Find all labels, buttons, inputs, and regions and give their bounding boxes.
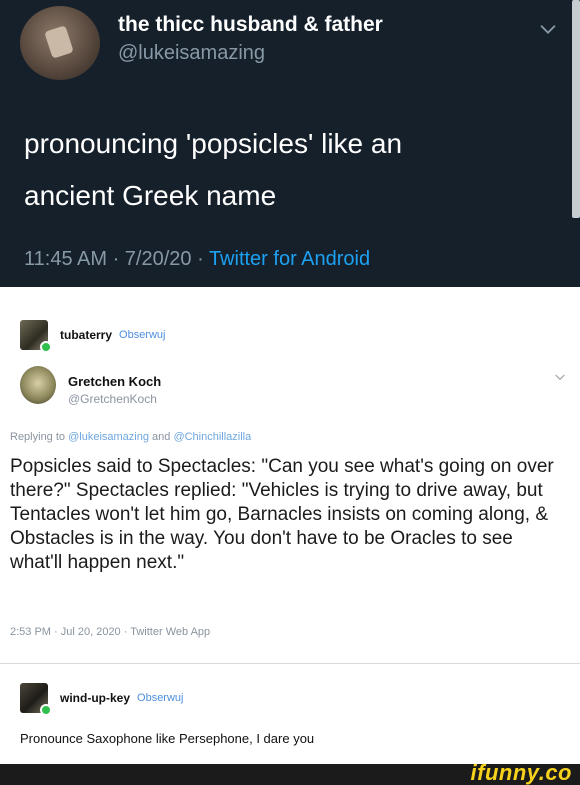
replying-prefix: Replying to [10,431,69,443]
mention-link[interactable]: @lukeisamazing [68,431,149,443]
chevron-down-icon[interactable] [537,18,559,40]
ifunny-watermark: ifunny.co [470,760,572,785]
online-status-icon [40,704,52,716]
username[interactable]: wind-up-key [60,691,130,705]
follow-button[interactable]: Obserwuj [119,329,165,341]
comment-user-row: wind-up-key Obserwuj [20,683,183,716]
tweet-text-line: ancient Greek name [24,180,277,211]
tweet-text-line: pronouncing 'popsicles' like an [24,128,403,159]
tweet-handle[interactable]: @lukeisamazing [118,42,265,65]
mention-link[interactable]: @Chinchillazilla [173,431,251,443]
tweet-card: the thicc husband & father @lukeisamazin… [0,0,580,287]
tweet-timestamp[interactable]: 11:45 AM · 7/20/20 · [24,248,209,270]
user-avatar[interactable] [20,683,52,716]
replying-and: and [148,431,174,443]
replying-to-line: Replying to @lukeisamazing and @Chinchil… [10,431,251,443]
username[interactable]: tubaterry [60,328,112,342]
reply-text: Popsicles said to Spectacles: "Can you s… [10,456,554,573]
follow-button[interactable]: Obserwuj [137,692,183,704]
tweet-source-link[interactable]: Twitter for Android [209,248,370,270]
scrollbar[interactable] [572,0,580,218]
reply-handle[interactable]: @GretchenKoch [68,392,157,406]
reply-display-name[interactable]: Gretchen Koch [68,374,161,389]
tweet-meta: 11:45 AM · 7/20/20 · Twitter for Android [24,248,370,271]
reply-avatar[interactable] [20,366,56,404]
tweet-text: pronouncing 'popsicles' like an ancient … [24,118,544,222]
footer-bar: ifunny.co [0,760,580,785]
chevron-down-icon[interactable] [553,370,567,384]
post-user-row: tubaterry Obserwuj [20,320,165,353]
online-status-icon [40,341,52,353]
comment-text: Pronounce Saxophone like Persephone, I d… [20,731,315,746]
tweet-display-name[interactable]: the thicc husband & father [118,13,383,37]
divider [0,663,580,664]
reply-meta[interactable]: 2:53 PM · Jul 20, 2020 · Twitter Web App [10,626,210,638]
user-avatar[interactable] [20,320,52,353]
tweet-avatar[interactable] [20,6,100,80]
